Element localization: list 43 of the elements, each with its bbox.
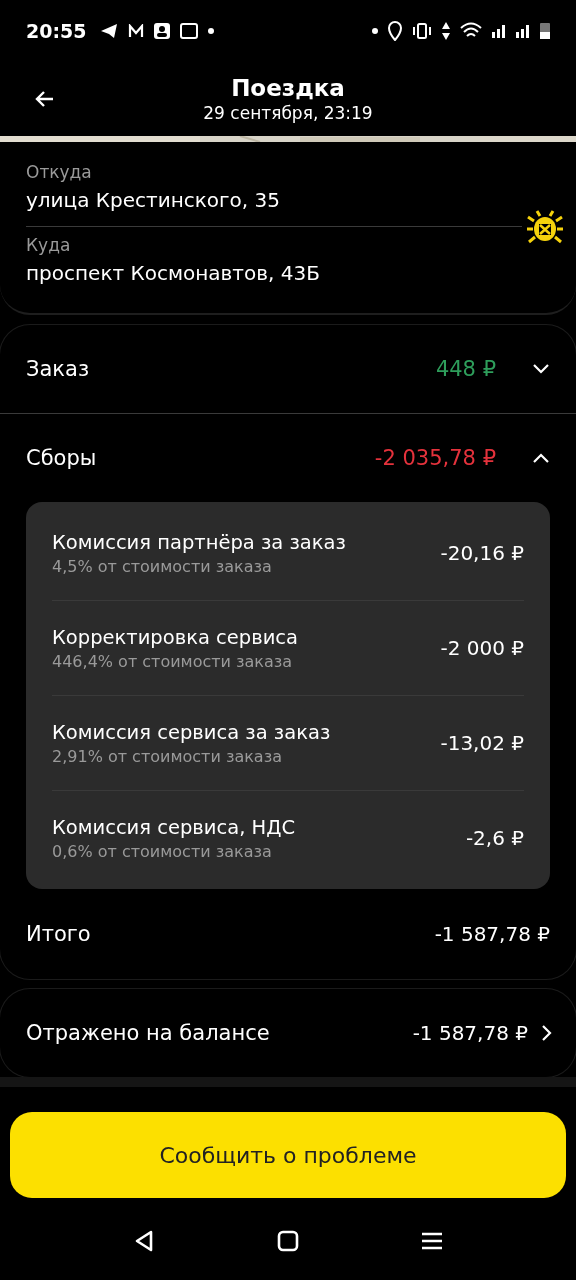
- location-icon: [388, 21, 402, 41]
- mail-icon: [128, 24, 145, 38]
- fee-amount: -2,6 ₽: [465, 826, 524, 850]
- dot-icon: [372, 28, 378, 34]
- dot-icon: [208, 28, 215, 34]
- fee-note: 4,5% от стоимости заказа: [52, 556, 273, 576]
- chevron-down-icon: [532, 363, 550, 375]
- fee-note: 0,6% от стоимости заказа: [52, 841, 273, 861]
- chevron-right-icon: [540, 1024, 552, 1042]
- total-amount: -1 587,78 ₽: [434, 922, 550, 946]
- vibrate-icon: [412, 23, 432, 39]
- menu-icon[interactable]: [421, 1231, 443, 1251]
- section-row[interactable]: Сборы -2 035,78 ₽: [0, 414, 576, 502]
- route-label: Откуда: [26, 162, 93, 182]
- fee-amount: -2 000 ₽: [440, 636, 524, 660]
- status-time: 20:55: [26, 20, 87, 42]
- fee-note: 2,91% от стоимости заказа: [52, 746, 283, 766]
- signal-icon: [516, 24, 530, 38]
- back-nav-icon[interactable]: [133, 1229, 155, 1253]
- battery-icon: [540, 23, 550, 39]
- signal-icon: [492, 24, 506, 38]
- home-nav-icon[interactable]: [277, 1230, 299, 1252]
- route-label: Куда: [26, 235, 72, 255]
- data-arrows-icon: [442, 22, 450, 40]
- fee-title: Комиссия сервиса, НДС: [52, 815, 297, 839]
- contact-icon: [154, 23, 171, 39]
- fee-note: 446,4% от стоимости заказа: [52, 651, 294, 671]
- paper-plane-icon: [100, 23, 119, 39]
- page-title: Поездка: [231, 75, 345, 101]
- route-address: проспект Космонавтов, 43Б: [26, 261, 321, 285]
- app-icon: [180, 23, 199, 39]
- route-address: улица Крестинского, 35: [26, 188, 281, 212]
- chevron-up-icon: [532, 452, 550, 464]
- balance-row[interactable]: Отражено на балансе -1 587,78 ₽: [0, 989, 576, 1077]
- fee-title: Комиссия сервиса за заказ: [52, 720, 332, 744]
- section-row[interactable]: Заказ 448 ₽: [0, 325, 576, 413]
- fee-title: Корректировка сервиса: [52, 625, 299, 649]
- fee-title: Комиссия партнёра за заказ: [52, 530, 347, 554]
- fee-amount: -13,02 ₽: [440, 731, 524, 755]
- total-label: Итого: [26, 922, 92, 946]
- report-problem-button[interactable]: Сообщить о проблеме: [10, 1112, 566, 1198]
- page-subtitle: 29 сентября, 23:19: [203, 103, 373, 123]
- fee-amount: -20,16 ₽: [440, 541, 524, 565]
